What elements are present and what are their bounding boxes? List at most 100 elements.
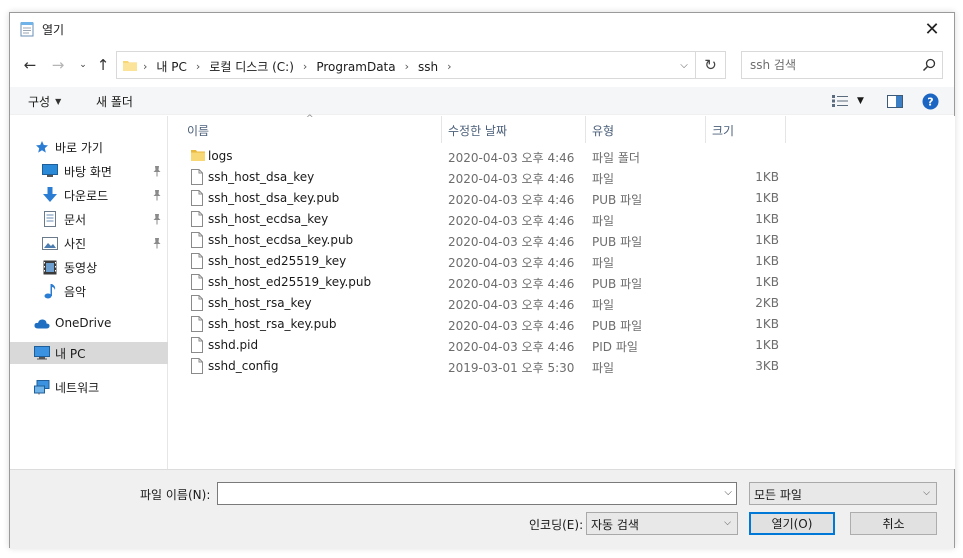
close-icon: ✕ (924, 18, 940, 40)
organize-button[interactable]: 구성 ▼ (28, 93, 61, 110)
sidebar-item-label: 다운로드 (64, 188, 109, 203)
column-header-type[interactable]: 유형 (586, 116, 706, 143)
organize-label: 구성 (28, 95, 51, 109)
sidebar-item-label: 동영상 (64, 260, 98, 275)
encoding-value: 자동 검색 (591, 518, 639, 532)
chevron-down-icon: ⌄ (79, 60, 87, 70)
forward-button[interactable]: → (48, 55, 68, 75)
file-row[interactable]: ssh_host_ed25519_key 2020-04-03 오후 4:46 파일… (169, 251, 955, 272)
sidebar-item-this-pc[interactable]: 내 PC (10, 342, 168, 364)
sidebar-item-documents[interactable]: 문서 (10, 208, 168, 230)
up-button[interactable]: ↑ (93, 55, 113, 75)
picture-icon (42, 235, 58, 251)
sort-ascending-icon: ^ (306, 114, 314, 124)
encoding-select[interactable]: 자동 검색 ⌵ (586, 512, 738, 535)
chevron-right-icon[interactable]: › (196, 60, 200, 73)
file-name: ssh_host_dsa_key (208, 170, 315, 184)
file-type-value: 모든 파일 (754, 488, 802, 502)
sidebar-item-pictures[interactable]: 사진 (10, 232, 168, 254)
file-row[interactable]: ssh_host_ecdsa_key 2020-04-03 오후 4:46 파일 1K… (169, 209, 955, 230)
file-date: 2020-04-03 오후 4:46 (448, 256, 575, 270)
breadcrumb: › 내 PC › 로컬 디스크 (C:) › ProgramData › ssh… (143, 58, 461, 75)
address-bar[interactable]: › 내 PC › 로컬 디스크 (C:) › ProgramData › ssh… (116, 51, 696, 79)
file-row[interactable]: ssh_host_rsa_key 2020-04-03 오후 4:46 파일 2KB (169, 293, 955, 314)
dialog-footer: 파일 이름(N): ⌵ 모든 파일 ⌵ 인코딩(E): 자동 검색 ⌵ 열기(O… (10, 469, 954, 549)
file-icon (191, 295, 203, 311)
chevron-right-icon[interactable]: › (303, 60, 307, 73)
breadcrumb-item-this-pc[interactable]: 내 PC (156, 58, 186, 75)
file-size: 1KB (755, 338, 779, 352)
notepad-icon (20, 21, 34, 37)
breadcrumb-item-programdata[interactable]: ProgramData (316, 60, 395, 74)
file-type: 파일 폴더 (592, 151, 640, 165)
breadcrumb-item-ssh[interactable]: ssh (418, 60, 438, 74)
new-folder-button[interactable]: 새 폴더 (96, 93, 133, 110)
change-view-button[interactable] (832, 92, 848, 110)
video-icon (42, 259, 58, 275)
search-input[interactable] (750, 58, 910, 72)
back-button[interactable]: ← (20, 55, 40, 75)
file-row[interactable]: logs 2020-04-03 오후 4:46 파일 폴더 (169, 146, 955, 167)
sidebar-item-music[interactable]: 음악 (10, 280, 168, 302)
refresh-button[interactable]: ↻ (696, 51, 726, 79)
arrow-left-icon: ← (23, 56, 37, 74)
pin-icon[interactable] (152, 165, 162, 177)
caret-down-icon: ▼ (55, 97, 62, 106)
desktop-icon (42, 163, 58, 179)
sidebar-item-downloads[interactable]: 다운로드 (10, 184, 168, 206)
file-row[interactable]: ssh_host_dsa_key 2020-04-03 오후 4:46 파일 1KB (169, 167, 955, 188)
file-row[interactable]: ssh_host_ed25519_key.pub 2020-04-03 오후 4:… (169, 272, 955, 293)
pin-icon[interactable] (152, 237, 162, 249)
file-type: PUB 파일 (592, 319, 643, 333)
pin-icon[interactable] (152, 189, 162, 201)
cancel-button[interactable]: 취소 (850, 512, 937, 535)
file-row[interactable]: ssh_host_dsa_key.pub 2020-04-03 오후 4:46 PU… (169, 188, 955, 209)
file-icon (191, 337, 203, 353)
title-bar: 열기 ✕ (10, 13, 954, 45)
file-row[interactable]: sshd.pid 2020-04-03 오후 4:46 PID 파일 1KB (169, 335, 955, 356)
column-header-name[interactable]: ^ 이름 (169, 114, 442, 143)
search-icon (922, 58, 936, 72)
file-icon (191, 190, 203, 206)
sidebar-item-videos[interactable]: 동영상 (10, 256, 168, 278)
file-type-select[interactable]: 모든 파일 ⌵ (749, 482, 937, 505)
help-button[interactable]: ? (922, 92, 939, 110)
new-folder-label: 새 폴더 (96, 95, 133, 109)
sidebar-item-network[interactable]: 네트워크 (10, 376, 168, 398)
cloud-icon (34, 315, 50, 331)
file-type: PUB 파일 (592, 277, 643, 291)
arrow-right-icon: → (51, 56, 65, 74)
file-row[interactable]: ssh_host_rsa_key.pub 2020-04-03 오후 4:46 PU… (169, 314, 955, 335)
preview-pane-button[interactable] (887, 92, 903, 110)
view-options-dropdown[interactable]: ▼ (857, 92, 864, 110)
file-icon (191, 232, 203, 248)
file-date: 2020-04-03 오후 4:46 (448, 319, 575, 333)
column-header-size[interactable]: 크기 (706, 116, 786, 143)
chevron-down-icon[interactable]: ⌵ (724, 487, 732, 498)
sidebar-item-onedrive[interactable]: OneDrive (10, 312, 168, 334)
search-box[interactable] (741, 51, 943, 79)
chevron-right-icon[interactable]: › (405, 60, 409, 73)
file-size: 1KB (755, 275, 779, 289)
open-button[interactable]: 열기(O) (749, 512, 835, 535)
file-name: sshd.pid (208, 338, 259, 352)
star-icon (34, 139, 50, 155)
file-icon (191, 316, 203, 332)
sidebar-item-desktop[interactable]: 바탕 화면 (10, 160, 168, 182)
help-icon: ? (922, 93, 939, 109)
sidebar-item-label: 사진 (64, 236, 87, 251)
sidebar-item-quick-access[interactable]: 바로 가기 (10, 136, 168, 158)
file-name: ssh_host_ecdsa_key.pub (208, 233, 354, 247)
address-dropdown-button[interactable]: ⌵ (673, 52, 695, 78)
filename-field[interactable]: ⌵ (217, 482, 737, 505)
chevron-right-icon[interactable]: › (447, 60, 451, 73)
file-date: 2020-04-03 오후 4:46 (448, 277, 575, 291)
column-header-date[interactable]: 수정한 날짜 (442, 116, 586, 143)
pin-icon[interactable] (152, 213, 162, 225)
breadcrumb-item-local-disk[interactable]: 로컬 디스크 (C:) (209, 58, 294, 75)
recent-locations-button[interactable]: ⌄ (73, 55, 93, 75)
file-row[interactable]: sshd_config 2019-03-01 오후 5:30 파일 3KB (169, 356, 955, 377)
close-button[interactable]: ✕ (910, 13, 954, 45)
file-row[interactable]: ssh_host_ecdsa_key.pub 2020-04-03 오후 4:46… (169, 230, 955, 251)
file-type: 파일 (592, 256, 615, 270)
